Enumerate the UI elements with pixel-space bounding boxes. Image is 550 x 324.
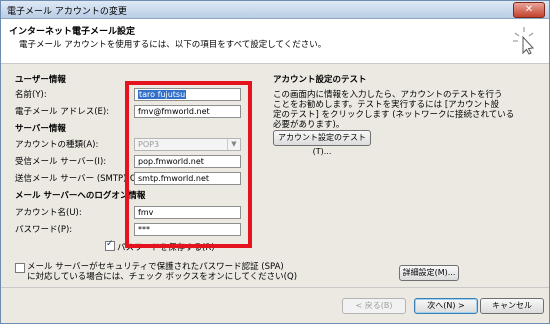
incoming-server-label: 受信メール サーバー(I):	[15, 157, 107, 167]
user-info-heading: ユーザー情報	[15, 75, 66, 85]
account-name-label: アカウント名(U):	[15, 208, 82, 218]
spa-label-line2: に対応している場合には、チェック ボックスをオンにしてください(Q)	[27, 272, 298, 282]
test-heading: アカウント設定のテスト	[273, 75, 367, 85]
window-title: 電子メール アカウントの変更	[7, 7, 127, 17]
title-bar: 電子メール アカウントの変更 ✕	[1, 1, 549, 19]
cancel-button[interactable]: キャンセル	[480, 298, 544, 314]
name-label: 名前(Y):	[15, 90, 47, 100]
dialog-header: インターネット電子メール設定 電子メール アカウントを使用するには、以下の項目を…	[1, 19, 549, 64]
more-settings-button[interactable]: 詳細設定(M)...	[399, 265, 459, 281]
highlight-box	[125, 81, 252, 248]
account-settings-dialog: 電子メール アカウントの変更 ✕ インターネット電子メール設定 電子メール アカ…	[0, 0, 550, 324]
email-label: 電子メール アドレス(E):	[15, 107, 110, 117]
password-label: パスワード(P):	[15, 225, 73, 235]
close-button[interactable]: ✕	[513, 2, 545, 18]
remember-password-checkbox[interactable]	[105, 239, 115, 251]
test-desc-line4: 必要があります)。	[273, 120, 345, 130]
header-subtitle: 電子メール アカウントを使用するには、以下の項目をすべて設定してください。	[19, 40, 327, 50]
back-button[interactable]: < 戻る(B)	[342, 298, 406, 314]
footer-separator	[1, 287, 549, 288]
test-account-button[interactable]: アカウント設定のテスト(T)...	[273, 130, 371, 156]
header-title: インターネット電子メール設定	[9, 27, 136, 37]
next-button[interactable]: 次へ(N) >	[414, 298, 478, 314]
outgoing-server-label: 送信メール サーバー (SMTP)(O):	[15, 174, 143, 184]
wizard-cursor-icon	[513, 27, 535, 55]
spa-checkbox[interactable]	[15, 263, 25, 273]
account-type-label: アカウントの種類(A):	[15, 140, 99, 150]
server-info-heading: サーバー情報	[15, 124, 66, 134]
